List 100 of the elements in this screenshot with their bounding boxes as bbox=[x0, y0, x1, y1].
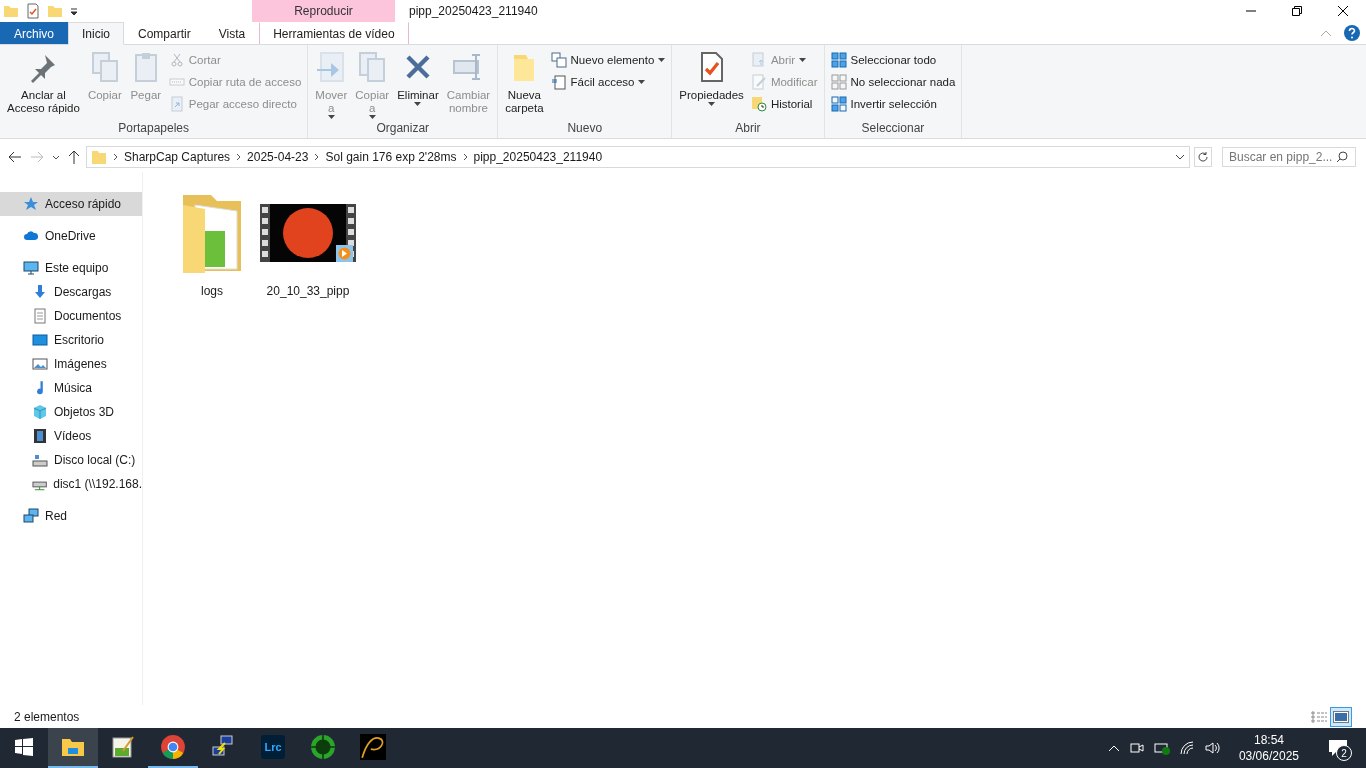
ribbon-button[interactable]: Anclar al Acceso rápido bbox=[4, 49, 83, 121]
chevron-icon bbox=[314, 153, 320, 161]
file-name[interactable]: 20_10_33_pipp bbox=[266, 284, 350, 298]
shortcut-icon bbox=[168, 96, 185, 112]
notepad-icon bbox=[111, 735, 135, 759]
new-item-icon bbox=[550, 52, 567, 68]
up-arrow-icon bbox=[68, 150, 80, 164]
cube-icon bbox=[32, 404, 48, 420]
context-tab-header: Reproducir bbox=[252, 0, 395, 22]
lrc-icon: Lrc bbox=[261, 735, 285, 759]
sidebar-item[interactable]: Escritorio bbox=[0, 328, 142, 352]
breadcrumb[interactable]: pipp_20250423_211940 bbox=[473, 150, 603, 164]
select-all-icon bbox=[830, 52, 847, 68]
desktop-icon bbox=[32, 332, 48, 348]
chevron-icon bbox=[462, 153, 468, 161]
wifi-icon bbox=[1178, 740, 1195, 756]
notifications-button[interactable]: 2 bbox=[1328, 739, 1348, 757]
window-title: pipp_20250423_211940 bbox=[408, 3, 539, 20]
taskbar-app-button[interactable] bbox=[48, 728, 98, 768]
ribbon-button[interactable]: Nueva carpeta bbox=[502, 49, 547, 121]
windows-logo-icon bbox=[15, 738, 33, 756]
chevron-down-icon bbox=[52, 154, 60, 160]
star-icon bbox=[23, 196, 39, 212]
select-none-icon bbox=[830, 74, 847, 90]
sidebar-item[interactable]: disc1 (\\192.168. bbox=[0, 472, 142, 496]
edit-icon bbox=[750, 74, 767, 90]
group-label: Nuevo bbox=[566, 121, 604, 137]
up-button[interactable] bbox=[66, 148, 82, 166]
restore-icon bbox=[1292, 6, 1302, 16]
back-button[interactable] bbox=[6, 149, 24, 165]
breadcrumb[interactable]: SharpCap Captures bbox=[124, 150, 231, 164]
network-icon bbox=[23, 508, 39, 524]
sidebar-item[interactable]: Música bbox=[0, 376, 142, 400]
close-icon bbox=[1338, 6, 1348, 16]
folder-icon bbox=[3, 3, 19, 19]
open-icon bbox=[750, 52, 767, 68]
clock[interactable]: 18:54 03/06/2025 bbox=[1228, 732, 1309, 764]
breadcrumb[interactable]: Sol gain 176 exp 2'28ms bbox=[325, 150, 457, 164]
properties-icon bbox=[25, 3, 41, 19]
drive-icon bbox=[32, 452, 48, 468]
sidebar-item[interactable]: Red bbox=[0, 504, 142, 528]
sidebar-item[interactable]: Vídeos bbox=[0, 424, 142, 448]
minimize-icon bbox=[1246, 10, 1256, 12]
taskbar-app-button[interactable]: Lrc bbox=[248, 728, 298, 768]
sidebar-item[interactable]: Acceso rápido bbox=[0, 192, 142, 216]
ribbon-tab[interactable]: Archivo bbox=[0, 22, 68, 44]
group-label: Abrir bbox=[734, 121, 762, 137]
ribbon-button[interactable]: No seleccionar nada bbox=[828, 72, 958, 92]
ribbon-button[interactable]: Seleccionar todo bbox=[828, 50, 958, 70]
computer-icon bbox=[23, 260, 39, 276]
group-label: Seleccionar bbox=[860, 121, 926, 137]
invert-selection-icon bbox=[830, 96, 847, 112]
sidebar-item[interactable]: Imágenes bbox=[0, 352, 142, 376]
history-icon bbox=[750, 96, 767, 112]
group-label: Portapapeles bbox=[117, 121, 190, 137]
item-count: 2 elementos bbox=[14, 709, 80, 724]
breadcrumb[interactable]: 2025-04-23 bbox=[247, 150, 309, 164]
ribbon-button[interactable]: Fácil acceso bbox=[548, 72, 668, 92]
large-icons-view-button[interactable] bbox=[1330, 706, 1352, 727]
sidebar-item[interactable]: Documentos bbox=[0, 304, 142, 328]
sidebar-item[interactable]: Descargas bbox=[0, 280, 142, 304]
dropdown-icon[interactable] bbox=[1175, 154, 1185, 160]
ribbon-tab[interactable]: Herramientas de vídeo bbox=[259, 22, 409, 44]
curve-logo-icon bbox=[360, 734, 386, 760]
notification-count: 2 bbox=[1336, 745, 1352, 761]
forward-arrow-icon bbox=[30, 151, 44, 163]
camera-icon bbox=[1128, 740, 1145, 756]
battery-icon bbox=[1153, 740, 1170, 756]
back-arrow-icon bbox=[8, 151, 22, 163]
film-icon bbox=[32, 428, 48, 444]
sidebar-item[interactable]: Objetos 3D bbox=[0, 400, 142, 424]
help-icon[interactable] bbox=[1344, 25, 1360, 41]
video-thumbnail-icon bbox=[260, 204, 356, 262]
picture-icon bbox=[1333, 710, 1349, 723]
ribbon-button[interactable]: Historial bbox=[748, 94, 820, 114]
group-label: Organizar bbox=[375, 121, 431, 137]
search-field[interactable]: Buscar en pipp_2... bbox=[1222, 147, 1356, 167]
ribbon-button[interactable]: Eliminar bbox=[394, 49, 442, 121]
scissors-icon bbox=[168, 52, 185, 68]
file-name[interactable]: logs bbox=[201, 284, 223, 298]
details-list-icon bbox=[1311, 710, 1327, 723]
sidebar-item[interactable]: OneDrive bbox=[0, 224, 142, 248]
address-field[interactable]: SharpCap Captures 2025-04-23 Sol gain 176 exp 2'28ms pipp_20250423_211940 bbox=[86, 146, 1190, 168]
chevron-icon bbox=[236, 153, 242, 161]
network-computers-icon bbox=[211, 735, 235, 759]
ribbon-button[interactable]: Nuevo elemento bbox=[548, 50, 668, 70]
ribbon-button[interactable]: Propiedades bbox=[676, 49, 747, 121]
folder-icon bbox=[91, 149, 107, 165]
sidebar-item[interactable]: Este equipo bbox=[0, 256, 142, 280]
folder-icon bbox=[47, 3, 63, 19]
volume-icon bbox=[1203, 740, 1220, 756]
document-icon bbox=[32, 308, 48, 324]
target-icon bbox=[310, 734, 336, 760]
chrome-icon bbox=[160, 734, 186, 760]
refresh-icon bbox=[1197, 151, 1209, 163]
sidebar-item[interactable]: Disco local (C:) bbox=[0, 448, 142, 472]
ribbon-button[interactable]: Invertir selección bbox=[828, 94, 958, 114]
music-note-icon bbox=[36, 380, 44, 396]
ribbon-tab[interactable]: Inicio bbox=[68, 22, 125, 45]
refresh-button[interactable] bbox=[1194, 147, 1212, 167]
